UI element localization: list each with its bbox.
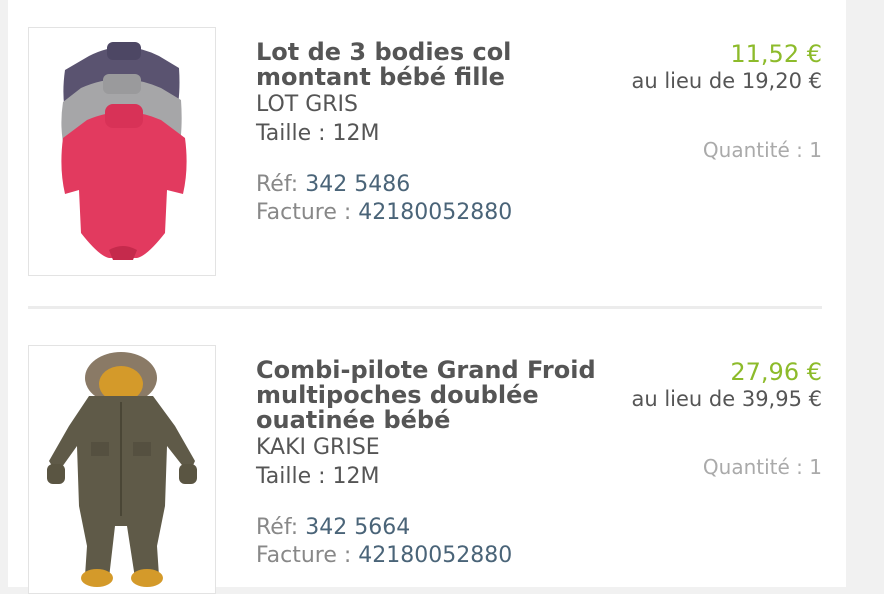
reference-value: 342 5486 <box>305 172 411 197</box>
product-size: Taille : 12M <box>256 121 380 146</box>
invoice-value: 42180052880 <box>358 200 513 225</box>
product-reference: Réf: 342 5486 <box>256 171 616 199</box>
product-old-price: au lieu de 39,95 € <box>631 387 822 411</box>
product-image[interactable] <box>28 345 216 594</box>
item-divider <box>28 306 822 309</box>
product-variant: LOT GRIS <box>256 92 359 117</box>
product-invoice: Facture : 42180052880 <box>256 542 616 570</box>
product-invoice: Facture : 42180052880 <box>256 199 616 227</box>
invoice-label: Facture : <box>256 543 352 568</box>
snowsuit-image <box>47 352 197 587</box>
reference-value: 342 5664 <box>305 515 411 540</box>
order-items-panel: Lot de 3 bodies col montant bébé fille L… <box>8 0 846 594</box>
product-price: 11,52 € <box>730 40 822 68</box>
product-variant: KAKI GRISE <box>256 435 380 460</box>
product-price: 27,96 € <box>730 358 822 386</box>
invoice-label: Facture : <box>256 200 352 225</box>
product-size: Taille : 12M <box>256 464 380 489</box>
baby-bodysuits-image <box>61 42 187 260</box>
invoice-value: 42180052880 <box>358 543 513 568</box>
reference-label: Réf: <box>256 172 299 197</box>
product-quantity: Quantité : 1 <box>702 138 822 162</box>
product-quantity: Quantité : 1 <box>702 455 822 479</box>
product-prices: 11,52 € au lieu de 19,20 € <box>562 40 822 94</box>
product-old-price: au lieu de 19,20 € <box>631 69 822 93</box>
order-item: Lot de 3 bodies col montant bébé fille L… <box>8 0 846 305</box>
product-prices: 27,96 € au lieu de 39,95 € <box>562 358 822 412</box>
product-image[interactable] <box>28 27 216 276</box>
product-reference: Réf: 342 5664 <box>256 514 616 542</box>
reference-label: Réf: <box>256 515 299 540</box>
